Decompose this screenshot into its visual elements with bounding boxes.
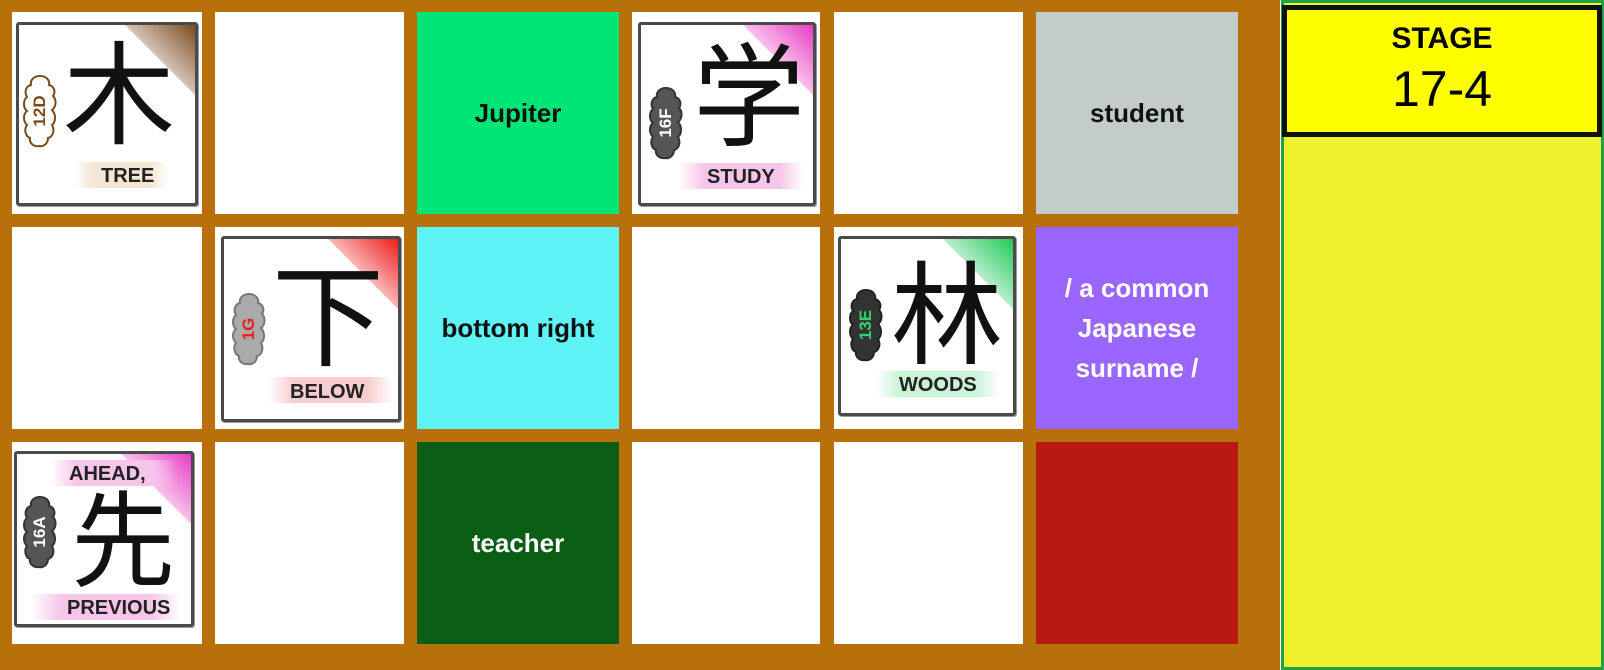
meaning-label: STUDY	[707, 166, 775, 188]
kanji-code: 16F	[656, 108, 675, 138]
kanji-card-study[interactable]: 16F 学 STUDY	[638, 22, 816, 206]
kanji-character: 先	[71, 481, 176, 603]
cloud-badge: 16F	[649, 85, 683, 161]
clue-text: / a common Japanese surname /	[1064, 272, 1210, 384]
kanji-character: 林	[891, 252, 1003, 382]
kanji-character: 木	[63, 32, 175, 162]
kanji-code: 12D	[30, 95, 49, 127]
board-cell-r3c5[interactable]	[834, 442, 1023, 644]
meaning-label: TREE	[101, 165, 155, 187]
clue-cell-bottom-right[interactable]: bottom right	[417, 227, 619, 429]
kanji-card-woods[interactable]: 13E 林 WOODS	[838, 236, 1016, 416]
clue-text: student	[1090, 97, 1184, 128]
clue-cell-surname[interactable]: / a common Japanese surname /	[1036, 227, 1238, 429]
kanji-character: 学	[693, 34, 805, 164]
board-cell-r3c4[interactable]	[632, 442, 820, 644]
cloud-badge: 12D	[23, 73, 57, 149]
board-cell-r3c2[interactable]	[215, 442, 404, 644]
meaning-label: BELOW	[290, 381, 365, 403]
clue-text: bottom right	[441, 312, 595, 343]
clue-cell-jupiter[interactable]: Jupiter	[417, 12, 619, 214]
board-cell-r2c4[interactable]	[632, 227, 820, 429]
clue-cell-student[interactable]: student	[1036, 12, 1238, 214]
stage-indicator: STAGE 17-4	[1282, 5, 1602, 137]
clue-text: teacher	[471, 527, 565, 558]
kanji-character: 下	[272, 254, 384, 384]
cloud-badge: 13E	[849, 287, 883, 363]
kanji-card-below[interactable]: 1G 下 BELOW	[221, 236, 401, 422]
game-board: Jupiter student bottom right / a common …	[0, 0, 1280, 670]
cloud-badge: 16A	[23, 494, 57, 570]
board-cell-r1c2[interactable]	[215, 12, 404, 214]
clue-cell-red[interactable]	[1036, 442, 1238, 644]
clue-text: Jupiter	[474, 97, 562, 128]
board-cell-r2c1[interactable]	[12, 227, 202, 429]
clue-cell-teacher[interactable]: teacher	[417, 442, 619, 644]
cloud-badge: 1G	[232, 291, 266, 367]
stage-number: 17-4	[1391, 61, 1493, 117]
board-cell-r1c5[interactable]	[834, 12, 1023, 214]
kanji-card-tree[interactable]: 12D 木 TREE	[16, 22, 198, 206]
stage-label: STAGE	[1391, 22, 1493, 55]
kanji-code: 16A	[30, 516, 49, 548]
meaning-label: WOODS	[899, 374, 977, 396]
kanji-card-previous[interactable]: AHEAD, 16A 先 PREVIOUS	[14, 451, 194, 627]
meaning-label: PREVIOUS	[67, 597, 171, 619]
kanji-code: 1G	[239, 317, 258, 341]
kanji-code: 13E	[856, 309, 875, 341]
